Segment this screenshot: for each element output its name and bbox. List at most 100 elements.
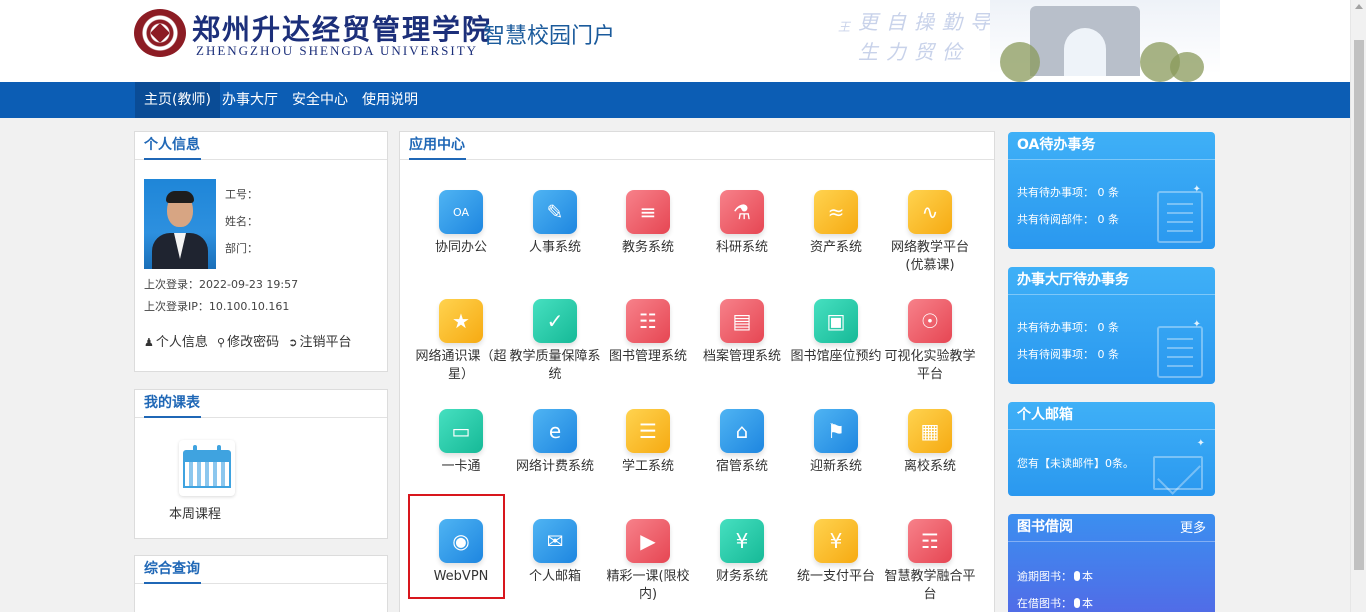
- motto-line-1: 更自操勤导: [858, 10, 998, 34]
- library-card-title: 图书借阅: [1017, 519, 1073, 535]
- weekly-courses-link[interactable]: 本周课程: [169, 503, 221, 522]
- webvpn-highlight-box: [408, 494, 505, 599]
- app-tile[interactable]: ✓ 教学质量保障系统: [509, 299, 601, 384]
- app-label: 网络计费系统: [515, 459, 594, 474]
- app-tile[interactable]: ∿ 网络教学平台(优慕课): [884, 190, 976, 275]
- app-tile[interactable]: ▣ 图书馆座位预约: [790, 299, 882, 366]
- app-tile[interactable]: ✎ 人事系统: [509, 190, 601, 257]
- lab-icon[interactable]: ☉: [908, 299, 952, 343]
- university-seal-logo: [134, 9, 186, 57]
- logout-link[interactable]: ➲ 注销平台: [288, 335, 351, 350]
- student-affairs-icon[interactable]: ☰: [626, 409, 670, 453]
- app-tile[interactable]: ★ 网络通识课（超星）: [415, 299, 507, 384]
- mail-card-title: 个人邮箱: [1017, 407, 1073, 423]
- library-more-link[interactable]: 更多: [1180, 514, 1206, 544]
- app-tile[interactable]: ▶ 精彩一课(限校内): [602, 519, 694, 604]
- app-label: 图书馆座位预约: [790, 349, 882, 364]
- overdue-books-label: 逾期图书：: [1017, 570, 1072, 583]
- app-tile[interactable]: ▤ 档案管理系统: [696, 299, 788, 366]
- app-tile[interactable]: ☶ 智慧教学融合平台: [884, 519, 976, 604]
- quality-icon[interactable]: ✓: [533, 299, 577, 343]
- finance-icon[interactable]: ¥: [720, 519, 764, 563]
- leave-school-icon[interactable]: ▦: [908, 409, 952, 453]
- nav-service-hall[interactable]: 办事大厅: [213, 82, 287, 118]
- oa-icon[interactable]: OA: [439, 190, 483, 234]
- smart-teaching-icon[interactable]: ☶: [908, 519, 952, 563]
- logout-icon: ➲: [288, 336, 298, 349]
- app-label: 统一支付平台: [796, 569, 875, 584]
- app-tile[interactable]: ▦ 离校系统: [884, 409, 976, 476]
- app-center-title: 应用中心: [409, 132, 466, 160]
- nav-security-center[interactable]: 安全中心: [283, 82, 357, 118]
- app-label: 宿管系统: [715, 459, 768, 474]
- app-label: 智慧教学融合平台: [884, 569, 976, 602]
- app-label: 个人邮箱: [528, 569, 581, 584]
- sparkle-icon: ✦: [1192, 184, 1201, 195]
- profile-links: ♟ 个人信息 ⚲ 修改密码 ➲ 注销平台: [144, 331, 356, 350]
- video-lesson-icon[interactable]: ▶: [626, 519, 670, 563]
- app-tile[interactable]: ☉ 可视化实验教学平台: [884, 299, 976, 384]
- library-icon[interactable]: ☷: [626, 299, 670, 343]
- app-tile[interactable]: ⚑ 迎新系统: [790, 409, 882, 476]
- app-label: 离校系统: [903, 459, 956, 474]
- app-tile[interactable]: OA 协同办公: [415, 190, 507, 257]
- unread-mail-count: 您有【未读邮件】0条。: [1017, 457, 1134, 470]
- schedule-panel-title: 我的课表: [144, 390, 201, 418]
- sparkle-icon: ✦: [1196, 438, 1205, 449]
- app-tile[interactable]: ▭ 一卡通: [415, 409, 507, 476]
- avatar: [144, 179, 216, 269]
- welcome-icon[interactable]: ⚑: [814, 409, 858, 453]
- chaoxing-icon[interactable]: ★: [439, 299, 483, 343]
- app-tile[interactable]: ≡ 教务系统: [602, 190, 694, 257]
- scroll-up-arrow-icon[interactable]: [1355, 4, 1363, 9]
- app-tile[interactable]: ≈ 资产系统: [790, 190, 882, 257]
- app-tile[interactable]: ☷ 图书管理系统: [602, 299, 694, 366]
- dormitory-icon[interactable]: ⌂: [720, 409, 764, 453]
- scroll-thumb[interactable]: [1354, 40, 1364, 570]
- asset-icon[interactable]: ≈: [814, 190, 858, 234]
- calendar-icon[interactable]: [179, 440, 235, 496]
- name-label: 姓名：: [225, 215, 258, 228]
- app-tile[interactable]: ☰ 学工系统: [602, 409, 694, 476]
- nav-home-teacher[interactable]: 主页(教师): [135, 82, 220, 118]
- teaching-platform-icon[interactable]: ∿: [908, 190, 952, 234]
- app-tile[interactable]: ⚗ 科研系统: [696, 190, 788, 257]
- personal-info-link[interactable]: ♟ 个人信息: [144, 335, 208, 350]
- oa-pending-count: 共有待办事项： 0 条: [1017, 186, 1119, 199]
- oa-todo-card[interactable]: OA待办事务 共有待办事项： 0 条 共有待阅部件： 0 条 ✦: [1008, 132, 1215, 249]
- app-label: 协同办公: [434, 240, 487, 255]
- app-tile[interactable]: e 网络计费系统: [509, 409, 601, 476]
- card-icon[interactable]: ▭: [439, 409, 483, 453]
- network-billing-icon[interactable]: e: [533, 409, 577, 453]
- personnel-icon[interactable]: ✎: [533, 190, 577, 234]
- app-tile[interactable]: ¥ 财务系统: [696, 519, 788, 586]
- profile-panel: 个人信息 工号： 姓名： 部门： 上次登录：2022-09-23 19:57 上…: [134, 131, 388, 372]
- checklist-icon: [1157, 191, 1203, 243]
- query-panel-title: 综合查询: [144, 556, 201, 584]
- payment-icon[interactable]: ¥: [814, 519, 858, 563]
- university-name-cn: 郑州升达经贸管理学院: [192, 13, 493, 46]
- page-scrollbar[interactable]: [1350, 0, 1366, 612]
- checklist-icon: [1157, 326, 1203, 378]
- portal-page: 郑州升达经贸管理学院 ZHENGZHOU SHENGDA UNIVERSITY …: [0, 0, 1366, 612]
- app-tile[interactable]: ✉ 个人邮箱: [509, 519, 601, 586]
- hall-unread-count: 共有待阅事项： 0 条: [1017, 348, 1119, 361]
- app-tile[interactable]: ¥ 统一支付平台: [790, 519, 882, 586]
- logout-label: 注销平台: [299, 335, 352, 350]
- book-icon[interactable]: ≡: [626, 190, 670, 234]
- oa-unread-count: 共有待阅部件： 0 条: [1017, 213, 1119, 226]
- last-login-ip: 上次登录IP：10.100.10.161: [144, 300, 290, 313]
- user-icon: ♟: [144, 336, 154, 349]
- app-label: 科研系统: [715, 240, 768, 255]
- change-password-link[interactable]: ⚲ 修改密码: [217, 335, 279, 350]
- archive-icon[interactable]: ▤: [720, 299, 764, 343]
- hall-todo-card[interactable]: 办事大厅待办事务 共有待办事项： 0 条 共有待阅事项： 0 条 ✦: [1008, 267, 1215, 384]
- mail-icon[interactable]: ✉: [533, 519, 577, 563]
- seat-icon[interactable]: ▣: [814, 299, 858, 343]
- nav-user-guide[interactable]: 使用说明: [353, 82, 427, 118]
- app-tile[interactable]: ⌂ 宿管系统: [696, 409, 788, 476]
- app-label: 网络通识课（超星）: [415, 349, 507, 382]
- mail-card[interactable]: 个人邮箱 您有【未读邮件】0条。 ✦: [1008, 402, 1215, 496]
- microscope-icon[interactable]: ⚗: [720, 190, 764, 234]
- portal-title: 智慧校园门户: [483, 24, 616, 49]
